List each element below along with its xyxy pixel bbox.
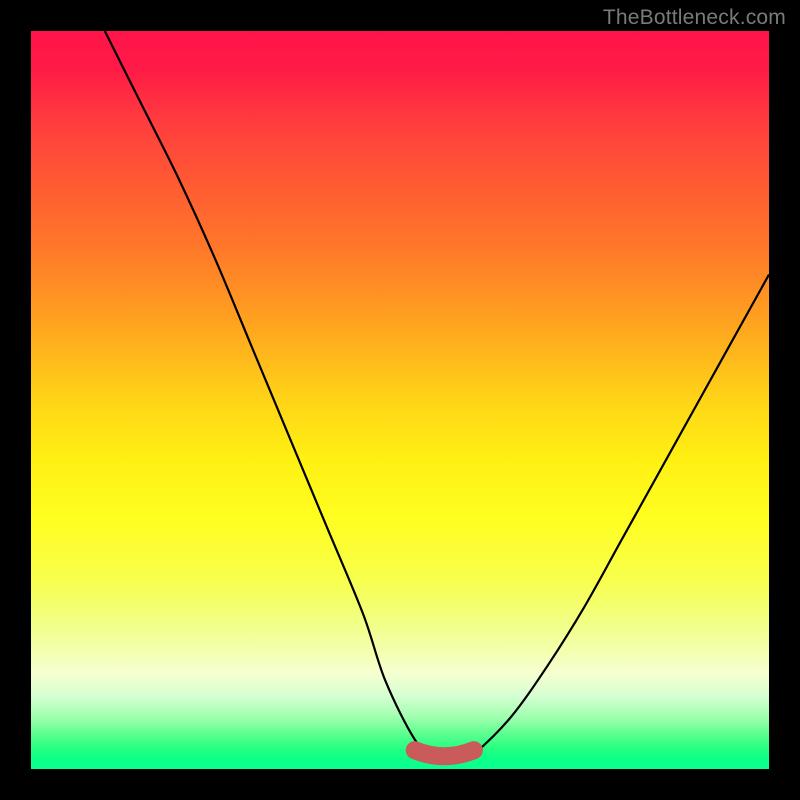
optimal-range-marker [31, 31, 769, 769]
plot-area [31, 31, 769, 769]
chart-frame: TheBottleneck.com [0, 0, 800, 800]
watermark-text: TheBottleneck.com [603, 6, 786, 30]
